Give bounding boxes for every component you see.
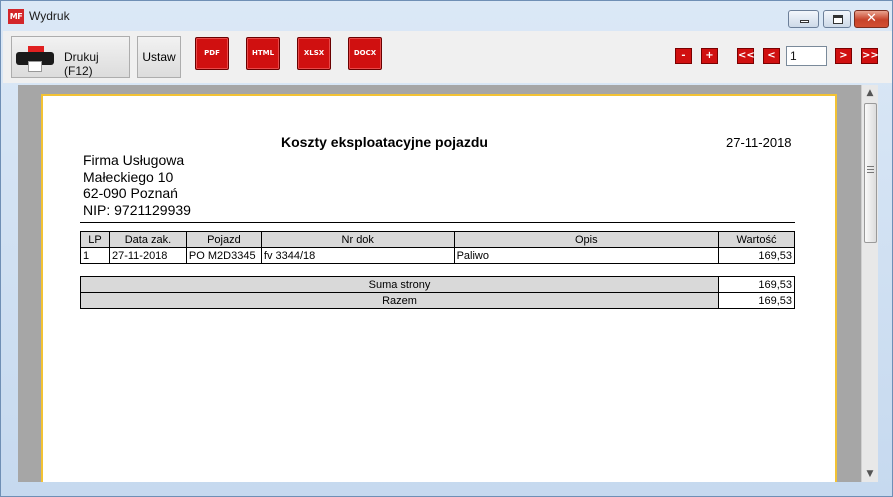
cell-vehicle: PO M2D3345 xyxy=(185,247,262,264)
preview-area[interactable]: Koszty eksploatacyjne pojazdu 27-11-2018… xyxy=(18,85,861,482)
app-logo-icon: MF xyxy=(8,9,24,24)
scroll-down-icon[interactable]: ▼ xyxy=(862,466,878,482)
last-page-button[interactable]: >> xyxy=(861,48,879,64)
export-pdf-button[interactable]: PDF xyxy=(195,37,229,70)
zoom-in-button[interactable]: + xyxy=(701,48,718,64)
cell-description: Paliwo xyxy=(453,247,720,264)
toolbar: Drukuj (F12) Ustaw PDF HTML XLSX DOCX - … xyxy=(3,31,892,83)
summary-label: Suma strony xyxy=(79,276,720,293)
setup-button[interactable]: Ustaw xyxy=(137,36,181,78)
column-header: Wartość xyxy=(718,231,795,248)
costs-table: LP Data zak. Pojazd Nr dok Opis Wartość … xyxy=(80,231,795,264)
table-row: 1 27-11-2018 PO M2D3345 fv 3344/18 Paliw… xyxy=(80,247,795,264)
print-preview-window: MF Wydruk ✕ Drukuj (F12) Ustaw PDF HTML … xyxy=(0,0,893,497)
next-page-button[interactable]: > xyxy=(835,48,852,64)
close-icon: ✕ xyxy=(866,11,877,26)
print-button-label: Drukuj (F12) xyxy=(64,50,99,78)
window-title: Wydruk xyxy=(29,9,70,23)
export-xlsx-button[interactable]: XLSX xyxy=(297,37,331,70)
cell-lp: 1 xyxy=(80,247,110,264)
column-header: Data zak. xyxy=(108,231,187,248)
summary-label: Razem xyxy=(79,292,720,309)
company-address: Firma Usługowa Małeckiego 10 62-090 Pozn… xyxy=(83,152,191,218)
cell-date: 27-11-2018 xyxy=(108,247,187,264)
company-nip: NIP: 9721129939 xyxy=(83,201,191,218)
company-city: 62-090 Poznań xyxy=(83,185,178,201)
summary-row: Razem 169,53 xyxy=(79,292,795,309)
summary-value: 169,53 xyxy=(718,276,795,293)
setup-button-label: Ustaw xyxy=(142,50,176,64)
summary-value: 169,53 xyxy=(718,292,795,309)
cell-doc-number: fv 3344/18 xyxy=(260,247,455,264)
column-header: Opis xyxy=(453,231,720,248)
printer-icon xyxy=(16,46,62,72)
company-street: Małeckiego 10 xyxy=(83,168,174,185)
company-name: Firma Usługowa xyxy=(83,152,185,168)
document-date: 27-11-2018 xyxy=(726,135,792,150)
zoom-out-button[interactable]: - xyxy=(675,48,692,64)
scroll-up-icon[interactable]: ▲ xyxy=(862,85,878,101)
summary-row: Suma strony 169,53 xyxy=(79,276,795,293)
column-header: Pojazd xyxy=(185,231,262,248)
vertical-scrollbar[interactable]: ▲ ▼ xyxy=(861,85,878,482)
scrollbar-thumb[interactable] xyxy=(864,103,877,243)
title-bar: MF Wydruk ✕ xyxy=(1,1,892,31)
document-page: Koszty eksploatacyjne pojazdu 27-11-2018… xyxy=(41,94,837,482)
document-title: Koszty eksploatacyjne pojazdu xyxy=(281,134,488,150)
export-docx-button[interactable]: DOCX xyxy=(348,37,382,70)
grip-icon xyxy=(867,166,874,173)
header-divider xyxy=(80,222,795,223)
previous-page-button[interactable]: < xyxy=(763,48,780,64)
minimize-button[interactable] xyxy=(788,10,819,28)
export-html-button[interactable]: HTML xyxy=(246,37,280,70)
maximize-button[interactable] xyxy=(823,10,851,28)
first-page-button[interactable]: << xyxy=(737,48,755,64)
table-header-row: LP Data zak. Pojazd Nr dok Opis Wartość xyxy=(80,231,795,248)
column-header: LP xyxy=(80,231,110,248)
minimize-icon xyxy=(800,20,809,23)
summary-table: Suma strony 169,53 Razem 169,53 xyxy=(79,276,795,309)
print-button[interactable]: Drukuj (F12) xyxy=(11,36,130,78)
column-header: Nr dok xyxy=(260,231,455,248)
page-number-input[interactable] xyxy=(786,46,827,66)
cell-value: 169,53 xyxy=(718,247,795,264)
maximize-icon xyxy=(833,15,843,24)
close-button[interactable]: ✕ xyxy=(854,10,889,28)
